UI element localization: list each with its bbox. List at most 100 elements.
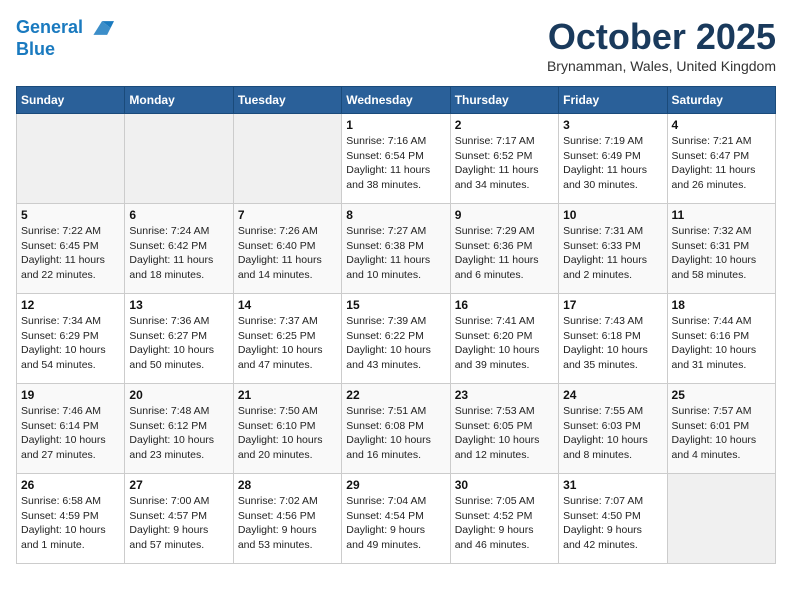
subtitle: Brynamman, Wales, United Kingdom xyxy=(547,58,776,74)
day-header-monday: Monday xyxy=(125,87,233,114)
day-number: 3 xyxy=(563,118,662,132)
calendar-cell: 14 Sunrise: 7:37 AM Sunset: 6:25 PM Dayli… xyxy=(233,294,341,384)
calendar-cell: 20Sunrise: 7:48 AM Sunset: 6:12 PM Dayli… xyxy=(125,384,233,474)
calendar-cell xyxy=(125,114,233,204)
day-number: 23 xyxy=(455,388,554,402)
calendar-cell: 13Sunrise: 7:36 AM Sunset: 6:27 PM Dayli… xyxy=(125,294,233,384)
day-info: Sunrise: 7:39 AM Sunset: 6:22 PM Dayligh… xyxy=(346,314,445,373)
calendar-cell xyxy=(233,114,341,204)
calendar-cell: 3 Sunrise: 7:19 AM Sunset: 6:49 PM Daylig… xyxy=(559,114,667,204)
day-number: 18 xyxy=(672,298,771,312)
calendar-cell: 17 Sunrise: 7:43 AM Sunset: 6:18 PM Dayli… xyxy=(559,294,667,384)
day-number: 29 xyxy=(346,478,445,492)
day-info: Sunrise: 7:16 AM Sunset: 6:54 PM Dayligh… xyxy=(346,134,445,193)
day-info: Sunrise: 7:02 AM Sunset: 4:56 PM Dayligh… xyxy=(238,494,337,553)
day-number: 27 xyxy=(129,478,228,492)
day-number: 20 xyxy=(129,388,228,402)
day-info: Sunrise: 7:29 AM Sunset: 6:36 PM Dayligh… xyxy=(455,224,554,283)
day-info: Sunrise: 7:26 AM Sunset: 6:40 PM Dayligh… xyxy=(238,224,337,283)
calendar-cell: 26Sunrise: 6:58 AM Sunset: 4:59 PM Dayli… xyxy=(17,474,125,564)
day-number: 16 xyxy=(455,298,554,312)
day-info: Sunrise: 7:44 AM Sunset: 6:16 PM Dayligh… xyxy=(672,314,771,373)
day-info: Sunrise: 7:27 AM Sunset: 6:38 PM Dayligh… xyxy=(346,224,445,283)
day-info: Sunrise: 7:43 AM Sunset: 6:18 PM Dayligh… xyxy=(563,314,662,373)
calendar-cell: 18 Sunrise: 7:44 AM Sunset: 6:16 PM Dayli… xyxy=(667,294,775,384)
day-number: 4 xyxy=(672,118,771,132)
calendar-cell: 25 Sunrise: 7:57 AM Sunset: 6:01 PM Dayli… xyxy=(667,384,775,474)
day-number: 10 xyxy=(563,208,662,222)
calendar-cell: 31Sunrise: 7:07 AM Sunset: 4:50 PM Dayli… xyxy=(559,474,667,564)
day-number: 14 xyxy=(238,298,337,312)
day-number: 31 xyxy=(563,478,662,492)
day-header-wednesday: Wednesday xyxy=(342,87,450,114)
day-number: 26 xyxy=(21,478,120,492)
day-info: Sunrise: 7:21 AM Sunset: 6:47 PM Dayligh… xyxy=(672,134,771,193)
day-info: Sunrise: 7:37 AM Sunset: 6:25 PM Dayligh… xyxy=(238,314,337,373)
day-number: 22 xyxy=(346,388,445,402)
day-info: Sunrise: 7:55 AM Sunset: 6:03 PM Dayligh… xyxy=(563,404,662,463)
day-number: 15 xyxy=(346,298,445,312)
day-number: 28 xyxy=(238,478,337,492)
day-header-tuesday: Tuesday xyxy=(233,87,341,114)
day-number: 17 xyxy=(563,298,662,312)
week-row-5: 26Sunrise: 6:58 AM Sunset: 4:59 PM Dayli… xyxy=(17,474,776,564)
day-info: Sunrise: 7:46 AM Sunset: 6:14 PM Dayligh… xyxy=(21,404,120,463)
calendar-cell: 1 Sunrise: 7:16 AM Sunset: 6:54 PM Daylig… xyxy=(342,114,450,204)
calendar-cell: 23Sunrise: 7:53 AM Sunset: 6:05 PM Dayli… xyxy=(450,384,558,474)
calendar-cell: 16 Sunrise: 7:41 AM Sunset: 6:20 PM Dayli… xyxy=(450,294,558,384)
day-info: Sunrise: 7:50 AM Sunset: 6:10 PM Dayligh… xyxy=(238,404,337,463)
logo-blue: Blue xyxy=(16,40,114,60)
logo-icon xyxy=(90,16,114,40)
calendar-cell: 22Sunrise: 7:51 AM Sunset: 6:08 PM Dayli… xyxy=(342,384,450,474)
day-number: 7 xyxy=(238,208,337,222)
day-number: 6 xyxy=(129,208,228,222)
calendar-cell: 4 Sunrise: 7:21 AM Sunset: 6:47 PM Daylig… xyxy=(667,114,775,204)
week-row-4: 19 Sunrise: 7:46 AM Sunset: 6:14 PM Dayli… xyxy=(17,384,776,474)
calendar-cell: 10 Sunrise: 7:31 AM Sunset: 6:33 PM Dayli… xyxy=(559,204,667,294)
day-number: 5 xyxy=(21,208,120,222)
day-info: Sunrise: 7:04 AM Sunset: 4:54 PM Dayligh… xyxy=(346,494,445,553)
calendar-cell: 6Sunrise: 7:24 AM Sunset: 6:42 PM Daylig… xyxy=(125,204,233,294)
calendar-table: SundayMondayTuesdayWednesdayThursdayFrid… xyxy=(16,86,776,564)
day-info: Sunrise: 7:57 AM Sunset: 6:01 PM Dayligh… xyxy=(672,404,771,463)
logo: General Blue xyxy=(16,16,114,60)
day-number: 11 xyxy=(672,208,771,222)
day-number: 25 xyxy=(672,388,771,402)
week-row-2: 5Sunrise: 7:22 AM Sunset: 6:45 PM Daylig… xyxy=(17,204,776,294)
day-info: Sunrise: 7:00 AM Sunset: 4:57 PM Dayligh… xyxy=(129,494,228,553)
day-info: Sunrise: 7:41 AM Sunset: 6:20 PM Dayligh… xyxy=(455,314,554,373)
day-header-thursday: Thursday xyxy=(450,87,558,114)
day-number: 8 xyxy=(346,208,445,222)
day-number: 19 xyxy=(21,388,120,402)
calendar-cell: 8 Sunrise: 7:27 AM Sunset: 6:38 PM Daylig… xyxy=(342,204,450,294)
calendar-cell: 27 Sunrise: 7:00 AM Sunset: 4:57 PM Dayli… xyxy=(125,474,233,564)
title-block: October 2025 Brynamman, Wales, United Ki… xyxy=(547,16,776,74)
day-info: Sunrise: 7:34 AM Sunset: 6:29 PM Dayligh… xyxy=(21,314,120,373)
day-info: Sunrise: 7:31 AM Sunset: 6:33 PM Dayligh… xyxy=(563,224,662,283)
calendar-cell: 15 Sunrise: 7:39 AM Sunset: 6:22 PM Dayli… xyxy=(342,294,450,384)
month-title: October 2025 xyxy=(547,16,776,58)
page-header: General Blue October 2025 Brynamman, Wal… xyxy=(16,16,776,74)
calendar-cell: 9 Sunrise: 7:29 AM Sunset: 6:36 PM Daylig… xyxy=(450,204,558,294)
calendar-cell: 29 Sunrise: 7:04 AM Sunset: 4:54 PM Dayli… xyxy=(342,474,450,564)
day-info: Sunrise: 7:32 AM Sunset: 6:31 PM Dayligh… xyxy=(672,224,771,283)
calendar-cell: 19 Sunrise: 7:46 AM Sunset: 6:14 PM Dayli… xyxy=(17,384,125,474)
calendar-cell: 11 Sunrise: 7:32 AM Sunset: 6:31 PM Dayli… xyxy=(667,204,775,294)
day-header-friday: Friday xyxy=(559,87,667,114)
calendar-cell: 28 Sunrise: 7:02 AM Sunset: 4:56 PM Dayli… xyxy=(233,474,341,564)
day-number: 30 xyxy=(455,478,554,492)
day-info: Sunrise: 7:19 AM Sunset: 6:49 PM Dayligh… xyxy=(563,134,662,193)
day-number: 1 xyxy=(346,118,445,132)
day-number: 24 xyxy=(563,388,662,402)
week-row-3: 12Sunrise: 7:34 AM Sunset: 6:29 PM Dayli… xyxy=(17,294,776,384)
calendar-cell: 24 Sunrise: 7:55 AM Sunset: 6:03 PM Dayli… xyxy=(559,384,667,474)
calendar-cell xyxy=(667,474,775,564)
week-row-1: 1 Sunrise: 7:16 AM Sunset: 6:54 PM Daylig… xyxy=(17,114,776,204)
logo-text: General xyxy=(16,16,114,40)
day-number: 21 xyxy=(238,388,337,402)
day-number: 9 xyxy=(455,208,554,222)
calendar-cell xyxy=(17,114,125,204)
day-number: 2 xyxy=(455,118,554,132)
header-row: SundayMondayTuesdayWednesdayThursdayFrid… xyxy=(17,87,776,114)
calendar-cell: 2Sunrise: 7:17 AM Sunset: 6:52 PM Daylig… xyxy=(450,114,558,204)
